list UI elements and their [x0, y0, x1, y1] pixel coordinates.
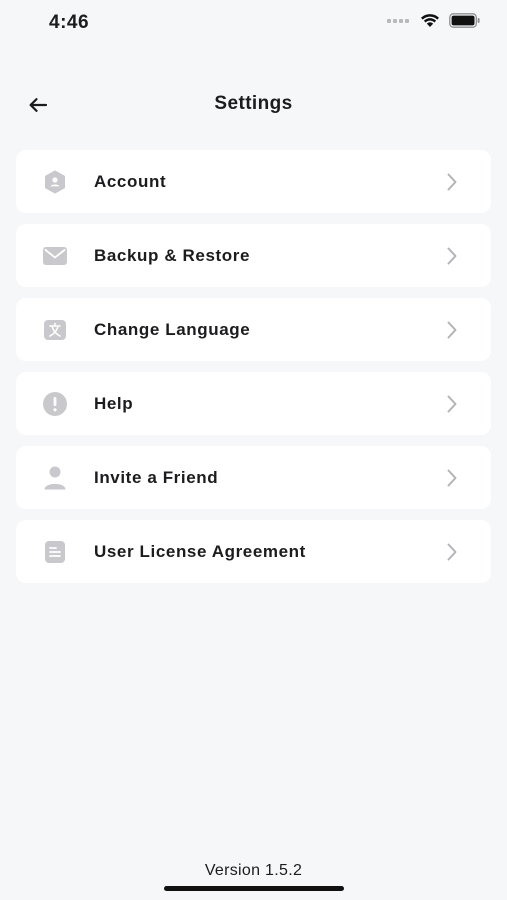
account-badge-icon [45, 170, 65, 193]
person-icon [44, 466, 66, 489]
settings-item-label: Help [94, 393, 134, 413]
chevron-right-icon [447, 247, 457, 264]
settings-item-invite-friend[interactable]: Invite a Friend [16, 446, 491, 509]
settings-list: Account Backup & Restore Change Language… [16, 150, 491, 583]
language-icon [44, 319, 66, 340]
settings-item-backup-restore[interactable]: Backup & Restore [16, 224, 491, 287]
settings-item-label: Invite a Friend [94, 467, 219, 487]
settings-item-change-language[interactable]: Change Language [16, 298, 491, 361]
chevron-right-icon [447, 321, 457, 338]
wifi-icon [421, 14, 439, 27]
settings-screen: 4:46 Settings Account Backup & Restore C… [0, 0, 507, 900]
settings-item-account[interactable]: Account [16, 150, 491, 213]
status-icons [387, 13, 481, 28]
document-icon [45, 540, 65, 563]
status-time: 4:46 [49, 12, 90, 33]
status-bar: 4:46 [0, 0, 507, 46]
settings-item-label: User License Agreement [94, 541, 306, 561]
chevron-right-icon [447, 469, 457, 486]
chevron-right-icon [447, 395, 457, 412]
battery-icon [449, 13, 480, 28]
home-indicator[interactable] [164, 886, 344, 891]
version-label: Version 1.5.2 [204, 862, 303, 879]
cellular-signal-icon [387, 18, 409, 23]
settings-item-label: Change Language [94, 319, 251, 339]
settings-item-help[interactable]: Help [16, 372, 491, 435]
header: Settings [0, 80, 507, 130]
chevron-right-icon [447, 543, 457, 560]
settings-item-label: Account [94, 171, 167, 191]
page-title: Settings [214, 93, 293, 114]
exclamation-circle-icon [43, 391, 67, 416]
settings-item-label: Backup & Restore [94, 245, 251, 265]
settings-item-user-license[interactable]: User License Agreement [16, 520, 491, 583]
envelope-icon [43, 246, 67, 265]
chevron-right-icon [447, 173, 457, 190]
